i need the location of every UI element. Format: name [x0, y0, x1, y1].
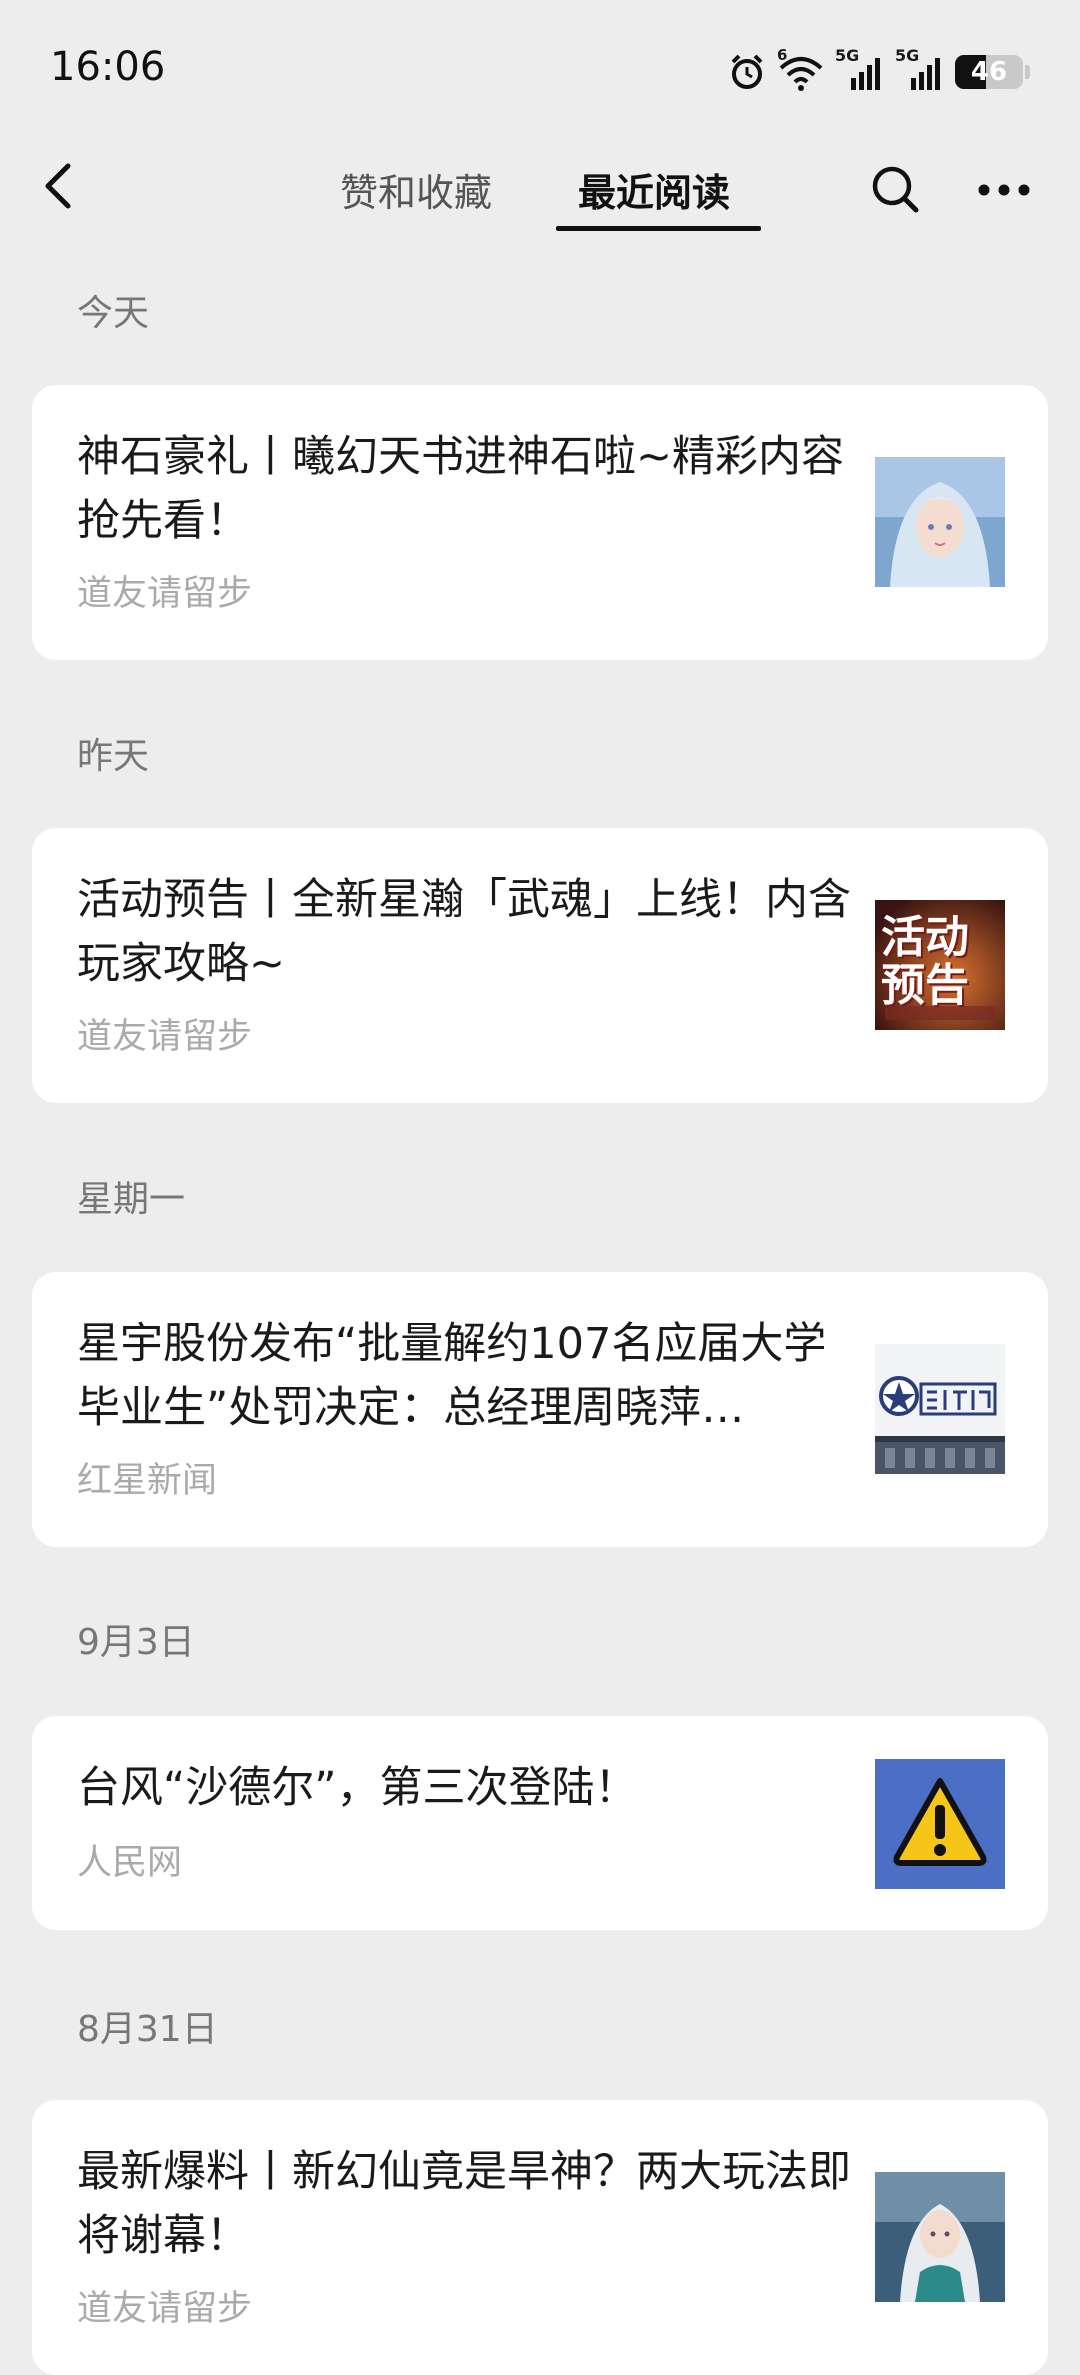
battery-level: 46	[970, 57, 1008, 87]
date-label: 星期一	[77, 1179, 186, 1220]
status-time: 16:06	[50, 44, 166, 90]
article-card[interactable]: 活动预告丨全新星瀚「武魂」上线！内含玩家攻略~ 道友请留步 活动预告	[32, 828, 1048, 1103]
article-source: 人民网	[77, 1843, 183, 1883]
signal-icon: 5G	[895, 46, 945, 92]
article-card[interactable]: 神石豪礼丨曦幻天书进神石啦~精彩内容抢先看！ 道友请留步	[32, 385, 1048, 660]
date-label: 9月3日	[77, 1622, 195, 1663]
article-thumbnail	[875, 2172, 1005, 2302]
back-icon	[45, 163, 71, 209]
article-card[interactable]: 星宇股份发布“批量解约107名应届大学毕业生”处罚决定：总经理周晓萍… 红星新闻	[32, 1272, 1048, 1547]
article-title: 最新爆料丨新幻仙竟是旱神？两大玩法即将谢幕！	[77, 2147, 851, 2261]
search-button[interactable]	[868, 162, 924, 218]
signal-icon: 5G	[835, 46, 885, 92]
search-icon	[872, 166, 919, 213]
back-button[interactable]	[26, 154, 90, 218]
article-title: 活动预告丨全新星瀚「武魂」上线！内含玩家攻略~	[77, 875, 851, 989]
article-title: 台风“沙德尔”，第三次登陆！	[77, 1763, 638, 1813]
article-thumbnail	[875, 1759, 1005, 1889]
tab-recent-reads[interactable]: 最近阅读	[578, 162, 730, 217]
warning-icon	[875, 1759, 1005, 1889]
article-thumbnail: 活动预告	[875, 900, 1005, 1030]
battery-tip	[1025, 65, 1030, 79]
article-source: 道友请留步	[77, 1017, 253, 1057]
article-card[interactable]: 台风“沙德尔”，第三次登陆！ 人民网	[32, 1716, 1048, 1930]
active-tab-indicator	[556, 226, 761, 231]
date-label: 昨天	[77, 736, 150, 777]
more-button[interactable]	[972, 162, 1036, 218]
article-thumbnail	[875, 457, 1005, 587]
tab-likes-favorites[interactable]: 赞和收藏	[340, 162, 492, 217]
signal-label: 5G	[835, 46, 860, 65]
wifi-label: 6	[777, 46, 788, 64]
date-label: 8月31日	[77, 2009, 218, 2050]
article-title: 星宇股份发布“批量解约107名应届大学毕业生”处罚决定：总经理周晓萍…	[77, 1319, 827, 1433]
top-nav: 赞和收藏 最近阅读	[0, 140, 1080, 240]
status-bar: 16:06 6 5G 5G 46	[0, 0, 1080, 140]
article-card[interactable]: 最新爆料丨新幻仙竟是旱神？两大玩法即将谢幕！ 道友请留步	[32, 2100, 1048, 2375]
article-title: 神石豪礼丨曦幻天书进神石啦~精彩内容抢先看！	[77, 432, 845, 546]
article-source: 道友请留步	[77, 574, 253, 614]
wifi-icon: 6	[777, 46, 825, 92]
article-thumbnail	[875, 1344, 1005, 1474]
signal-label: 5G	[895, 46, 920, 65]
article-source: 道友请留步	[77, 2289, 253, 2329]
alarm-icon	[731, 54, 763, 89]
date-label: 今天	[77, 293, 150, 334]
article-source: 红星新闻	[77, 1461, 218, 1501]
thumbnail-text: 活动预告	[881, 912, 969, 1011]
status-icons: 6 5G 5G 46	[727, 46, 1030, 94]
battery-icon: 46	[955, 55, 1023, 89]
more-icon	[978, 184, 1030, 196]
